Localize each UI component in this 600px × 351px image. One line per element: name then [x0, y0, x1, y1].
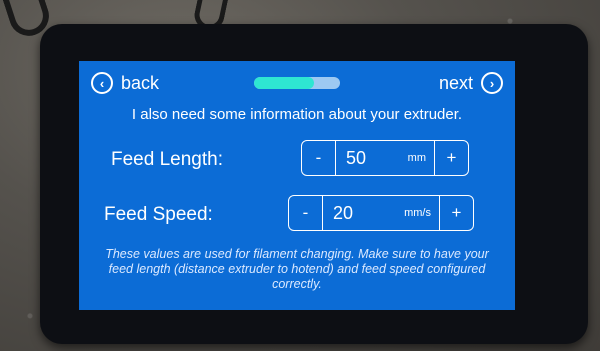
- chevron-right-icon: ›: [481, 72, 503, 94]
- back-button[interactable]: ‹ back: [91, 70, 159, 96]
- progress-fill: [254, 77, 315, 89]
- feed-speed-stepper: - 20 mm/s +: [288, 195, 474, 231]
- feed-length-input[interactable]: 50 mm: [336, 141, 434, 175]
- feed-speed-value: 20: [333, 202, 354, 223]
- feed-length-decrement-button[interactable]: -: [302, 141, 336, 175]
- page-subtitle: I also need some information about your …: [131, 106, 463, 123]
- hint-text: These values are used for filament chang…: [105, 247, 489, 291]
- feed-speed-increment-button[interactable]: +: [439, 196, 473, 230]
- feed-length-value: 50: [346, 147, 367, 168]
- feed-speed-unit: mm/s: [404, 207, 431, 219]
- feed-speed-input[interactable]: 20 mm/s: [323, 196, 439, 230]
- touch-screen: ‹ back next › I also need some informati…: [79, 61, 515, 310]
- feed-length-label: Feed Length:: [111, 149, 223, 170]
- feed-length-stepper: - 50 mm +: [301, 140, 469, 176]
- next-button[interactable]: next ›: [439, 70, 503, 96]
- chevron-left-icon: ‹: [91, 72, 113, 94]
- back-label: back: [121, 72, 160, 93]
- feed-length-unit: mm: [407, 152, 426, 164]
- next-label: next: [438, 72, 473, 93]
- feed-length-increment-button[interactable]: +: [434, 141, 468, 175]
- feed-speed-decrement-button[interactable]: -: [289, 196, 323, 230]
- wizard-progress-bar: [254, 77, 340, 89]
- feed-speed-label: Feed Speed:: [104, 204, 213, 225]
